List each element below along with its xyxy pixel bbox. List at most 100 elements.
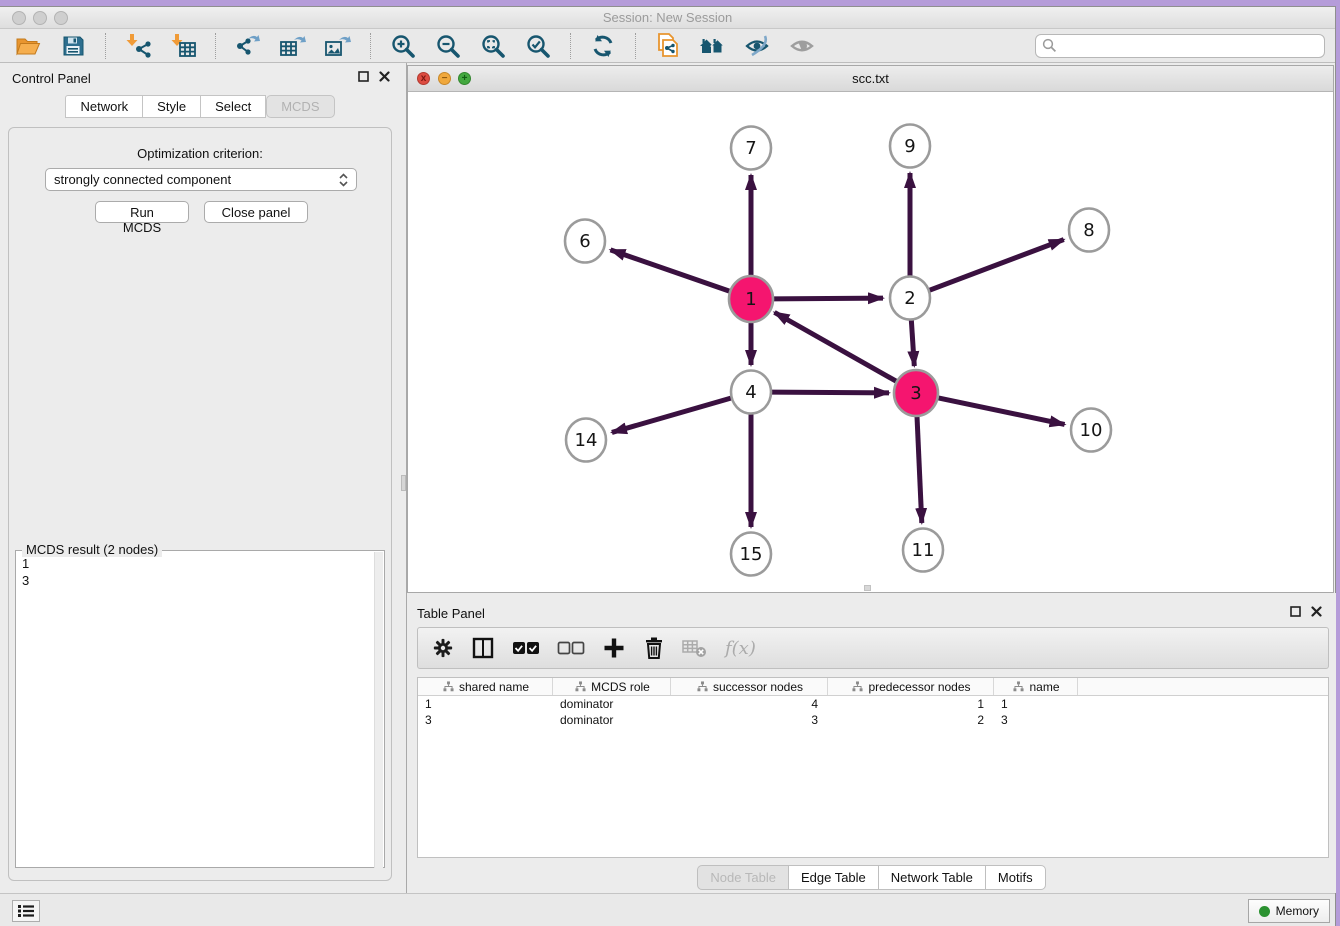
tab-node-table[interactable]: Node Table	[697, 865, 788, 890]
float-table-panel-icon[interactable]	[1290, 606, 1301, 617]
clone-network-icon[interactable]	[650, 32, 686, 60]
table-cell[interactable]: dominator	[553, 697, 671, 711]
graph-node-8[interactable]: 8	[1069, 209, 1109, 252]
graph-node-14[interactable]: 14	[566, 419, 606, 462]
column-header-successor-nodes[interactable]: successor nodes	[671, 678, 828, 695]
graph-edge-3-1[interactable]	[774, 312, 897, 382]
mcds-result-text[interactable]: 1 3	[22, 555, 29, 589]
window-titlebar[interactable]: Session: New Session	[0, 7, 1335, 29]
mcds-result-title: MCDS result (2 nodes)	[22, 542, 162, 557]
hide-selected-icon[interactable]	[740, 32, 776, 60]
graph-node-3[interactable]: 3	[894, 370, 938, 416]
destroy-table-icon[interactable]	[682, 637, 708, 659]
export-network-icon[interactable]	[230, 32, 266, 60]
table-cell[interactable]: 3	[994, 713, 1078, 727]
graph-edge-2-8[interactable]	[930, 240, 1064, 291]
column-header-predecessor-nodes[interactable]: predecessor nodes	[828, 678, 994, 695]
select-all-columns-icon[interactable]	[512, 639, 540, 657]
graph-node-6[interactable]: 6	[565, 220, 605, 263]
table-cell[interactable]: 1	[828, 697, 994, 711]
zoom-selected-icon[interactable]	[520, 32, 556, 60]
float-panel-icon[interactable]	[358, 71, 369, 82]
zoom-in-icon[interactable]	[385, 32, 421, 60]
import-network-icon[interactable]	[120, 32, 156, 60]
network-view-titlebar[interactable]: x − + scc.txt	[408, 66, 1333, 92]
graph-node-7[interactable]: 7	[731, 127, 771, 170]
table-cell[interactable]: 2	[828, 713, 994, 727]
graph-edge-2-3[interactable]	[911, 320, 914, 366]
table-cell[interactable]: 1	[994, 697, 1078, 711]
search-field[interactable]	[1035, 34, 1325, 58]
tab-select[interactable]: Select	[200, 95, 266, 118]
tab-network-table[interactable]: Network Table	[878, 865, 985, 890]
tab-motifs[interactable]: Motifs	[985, 865, 1046, 890]
table-cell[interactable]: 4	[671, 697, 828, 711]
zoom-fit-icon[interactable]	[475, 32, 511, 60]
panel-splitter[interactable]	[400, 63, 407, 893]
tab-style[interactable]: Style	[142, 95, 200, 118]
graph-node-9[interactable]: 9	[890, 125, 930, 168]
graph-node-15[interactable]: 15	[731, 533, 771, 576]
network-graph[interactable]: 1 2 3 4 6 7 8 9 10 11 14 15	[408, 92, 1333, 592]
table-settings-icon[interactable]	[432, 637, 454, 659]
import-table-icon[interactable]	[165, 32, 201, 60]
graph-edge-4-14[interactable]	[612, 398, 731, 432]
column-type-icon	[852, 681, 863, 692]
column-header-shared-name[interactable]: shared name	[418, 678, 553, 695]
graph-node-4[interactable]: 4	[731, 371, 771, 414]
table-cell[interactable]: 1	[418, 697, 553, 711]
graph-edge-3-10[interactable]	[937, 398, 1065, 425]
network-scroll-grip[interactable]	[864, 585, 871, 591]
svg-text:10: 10	[1080, 420, 1103, 441]
zoom-out-icon[interactable]	[430, 32, 466, 60]
search-input[interactable]	[1061, 38, 1318, 53]
show-all-icon[interactable]	[785, 32, 821, 60]
table-panel: Table Panel f(x) shared nameMCDS rolesuc…	[407, 593, 1336, 893]
graph-node-10[interactable]: 10	[1071, 409, 1111, 452]
column-type-icon	[697, 681, 708, 692]
graph-edge-1-2[interactable]	[772, 298, 883, 299]
table-cell[interactable]: 3	[671, 713, 828, 727]
main-toolbar	[0, 29, 1335, 63]
column-header-MCDS-role[interactable]: MCDS role	[553, 678, 671, 695]
function-builder-icon[interactable]: f(x)	[725, 638, 756, 659]
graph-node-2[interactable]: 2	[890, 277, 930, 320]
column-type-icon	[575, 681, 586, 692]
close-table-panel-icon[interactable]	[1311, 606, 1322, 617]
mcds-result-scrollbar[interactable]	[374, 552, 383, 868]
show-columns-icon[interactable]	[471, 637, 495, 659]
table-cell[interactable]: 3	[418, 713, 553, 727]
table-row[interactable]: 3dominator323	[418, 712, 1328, 728]
tab-edge-table[interactable]: Edge Table	[788, 865, 878, 890]
network-canvas[interactable]: 1 2 3 4 6 7 8 9 10 11 14 15	[408, 92, 1333, 592]
create-column-icon[interactable]	[602, 636, 626, 660]
first-neighbors-icon[interactable]	[695, 32, 731, 60]
toolbar-separator	[215, 33, 216, 59]
export-table-icon[interactable]	[275, 32, 311, 60]
deselect-all-columns-icon[interactable]	[557, 639, 585, 657]
graph-node-1[interactable]: 1	[729, 276, 773, 322]
splitter-grip[interactable]	[401, 475, 406, 491]
column-header-name[interactable]: name	[994, 678, 1078, 695]
graph-edge-1-6[interactable]	[610, 250, 731, 292]
memory-button[interactable]: Memory	[1248, 899, 1330, 923]
open-file-icon[interactable]	[10, 32, 46, 60]
graph-edge-3-11[interactable]	[917, 415, 922, 523]
save-session-icon[interactable]	[55, 32, 91, 60]
close-panel-button[interactable]: Close panel	[204, 201, 308, 223]
graph-edge-4-3[interactable]	[772, 392, 889, 393]
table-row[interactable]: 1dominator411	[418, 696, 1328, 712]
export-image-icon[interactable]	[320, 32, 356, 60]
close-panel-icon[interactable]	[379, 71, 390, 82]
table-cell[interactable]: dominator	[553, 713, 671, 727]
refresh-icon[interactable]	[585, 32, 621, 60]
svg-text:7: 7	[745, 138, 756, 159]
criterion-select[interactable]: strongly connected component	[45, 168, 357, 191]
svg-text:6: 6	[579, 231, 590, 252]
run-mcds-button[interactable]: Run MCDS	[95, 201, 189, 223]
tab-mcds[interactable]: MCDS	[266, 95, 334, 118]
tab-network[interactable]: Network	[65, 95, 142, 118]
delete-columns-icon[interactable]	[643, 636, 665, 660]
task-history-button[interactable]	[12, 900, 40, 922]
graph-node-11[interactable]: 11	[903, 529, 943, 572]
